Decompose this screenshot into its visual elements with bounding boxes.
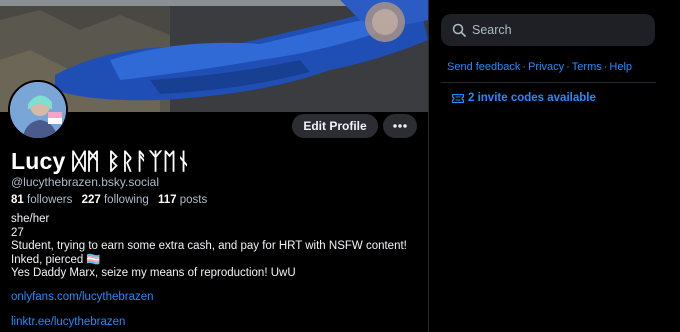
- bio-line: Inked, pierced 🏳️‍⚧️: [11, 253, 101, 266]
- bio-link-linktree[interactable]: linktr.ee/lucythebrazen: [11, 316, 125, 328]
- separator: ·: [522, 61, 527, 73]
- avatar-image: [10, 82, 66, 138]
- bio-line: 27: [11, 226, 24, 239]
- following-stat[interactable]: 227 following: [82, 194, 149, 206]
- edit-profile-button[interactable]: Edit Profile: [292, 114, 378, 138]
- more-options-button[interactable]: [383, 114, 417, 138]
- footer-links: Send feedback · Privacy · Terms · Help: [447, 61, 632, 73]
- profile-stats: 81 followers 227 following 117 posts: [11, 194, 207, 206]
- separator: ·: [566, 61, 570, 73]
- ellipsis-icon: [393, 124, 407, 128]
- ticket-icon: [452, 93, 464, 103]
- bio-line: Yes Daddy Marx, seize my means of reprod…: [11, 267, 296, 279]
- following-label: following: [103, 194, 149, 206]
- avatar[interactable]: [8, 80, 68, 140]
- posts-label: posts: [179, 194, 208, 206]
- posts-count: 117: [157, 194, 177, 206]
- privacy-link[interactable]: Privacy: [528, 61, 564, 73]
- bio-link-onlyfans[interactable]: onlyfans.com/lucythebrazen: [11, 291, 154, 303]
- profile-column: Edit Profile Lucy ᛞᛗ ᛒᚱᚨᛉᛖᚾ @lucythebraz…: [0, 0, 428, 332]
- help-link[interactable]: Help: [609, 61, 632, 73]
- invite-codes-label: 2 invite codes available: [468, 92, 596, 104]
- bio-line: Student, trying to earn some extra cash,…: [11, 240, 407, 252]
- followers-count: 81: [11, 194, 24, 206]
- followers-label: followers: [27, 194, 73, 206]
- profile-bio: she/her 27 Student, trying to earn some …: [11, 213, 421, 281]
- profile-handle: @lucythebrazen.bsky.social: [11, 175, 160, 189]
- search-box[interactable]: [441, 14, 655, 46]
- send-feedback-link[interactable]: Send feedback: [447, 61, 520, 73]
- posts-stat: 117 posts: [158, 194, 207, 206]
- column-divider: [428, 0, 429, 332]
- sidebar-divider: [441, 82, 656, 83]
- search-icon: [452, 23, 466, 37]
- search-input[interactable]: [472, 23, 642, 37]
- followers-stat[interactable]: 81 followers: [11, 194, 72, 206]
- bio-line: she/her: [11, 213, 50, 225]
- following-count: 227: [81, 194, 101, 206]
- display-name: Lucy ᛞᛗ ᛒᚱᚨᛉᛖᚾ: [11, 148, 191, 174]
- terms-link[interactable]: Terms: [572, 61, 602, 73]
- invite-codes-button[interactable]: 2 invite codes available: [452, 92, 596, 104]
